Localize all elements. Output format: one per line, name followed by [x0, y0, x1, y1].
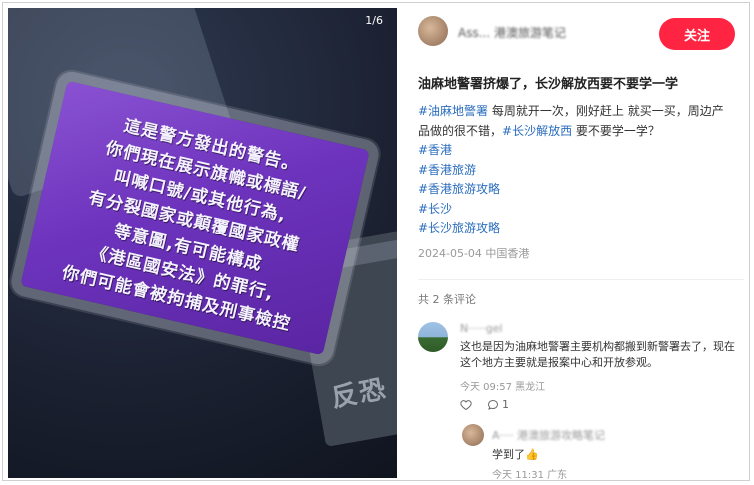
- post-title: 油麻地警署挤爆了，长沙解放西要不要学一学: [418, 77, 679, 92]
- author-avatar[interactable]: [418, 16, 448, 46]
- comment-count: 共 2 条评论: [418, 293, 476, 306]
- like-button[interactable]: [460, 399, 475, 411]
- hashtag-link[interactable]: #长沙: [418, 200, 730, 220]
- hashtag-link[interactable]: #油麻地警署: [418, 104, 488, 118]
- post-panel: Ass... 港澳旅游笔记 关注 油麻地警署挤爆了，长沙解放西要不要学一学 #油…: [400, 8, 750, 481]
- post-date: 2024-05-04 中国香港: [418, 247, 530, 260]
- reply-count: 1: [502, 398, 509, 411]
- reply-button[interactable]: 1: [487, 398, 509, 411]
- comment-bubble-icon: [487, 399, 499, 410]
- commenter-avatar[interactable]: [418, 322, 448, 352]
- post-photo[interactable]: 反恐 這是警方發出的警告。 你們現在展示旗幟或標語/ 叫喊口號/或其他行為, 有…: [8, 8, 397, 478]
- reply-author-name[interactable]: A···· 港澳旅游攻略笔记: [492, 427, 605, 443]
- comment-text: 这也是因为油麻地警署主要机构都搬到新警署去了，现在这个地方主要就是报案中心和开放…: [460, 340, 735, 369]
- hashtag-link[interactable]: #长沙旅游攻略: [418, 219, 730, 239]
- image-counter: 1/6: [365, 14, 383, 27]
- screenshot-frame: 反恐 這是警方發出的警告。 你們現在展示旗幟或標語/ 叫喊口號/或其他行為, 有…: [2, 2, 750, 481]
- hashtag-link[interactable]: #香港旅游攻略: [418, 180, 730, 200]
- author-name[interactable]: Ass... 港澳旅游笔记: [458, 24, 566, 41]
- comment-actions: 1: [460, 398, 509, 411]
- post-body: #油麻地警署 每周就开一次，刚好赶上 就买一买，周边产品做的很不错，#长沙解放西…: [418, 102, 730, 239]
- reply-meta: 今天 11:31 广东: [492, 470, 568, 481]
- reply-avatar[interactable]: [462, 424, 484, 446]
- reply-text: 学到了👍: [492, 448, 539, 461]
- hashtag-link[interactable]: #香港: [418, 141, 730, 161]
- heart-icon: [460, 399, 472, 410]
- hashtag-link[interactable]: #香港旅游: [418, 161, 730, 181]
- divider: [418, 279, 744, 280]
- body-text: 要不要学一学？: [572, 123, 660, 138]
- hashtag-link[interactable]: #长沙解放西: [502, 124, 572, 138]
- comment-meta: 今天 09:57 黑龙江: [460, 382, 546, 393]
- follow-button[interactable]: 关注: [659, 18, 735, 50]
- commenter-name[interactable]: N·····gel: [460, 322, 503, 335]
